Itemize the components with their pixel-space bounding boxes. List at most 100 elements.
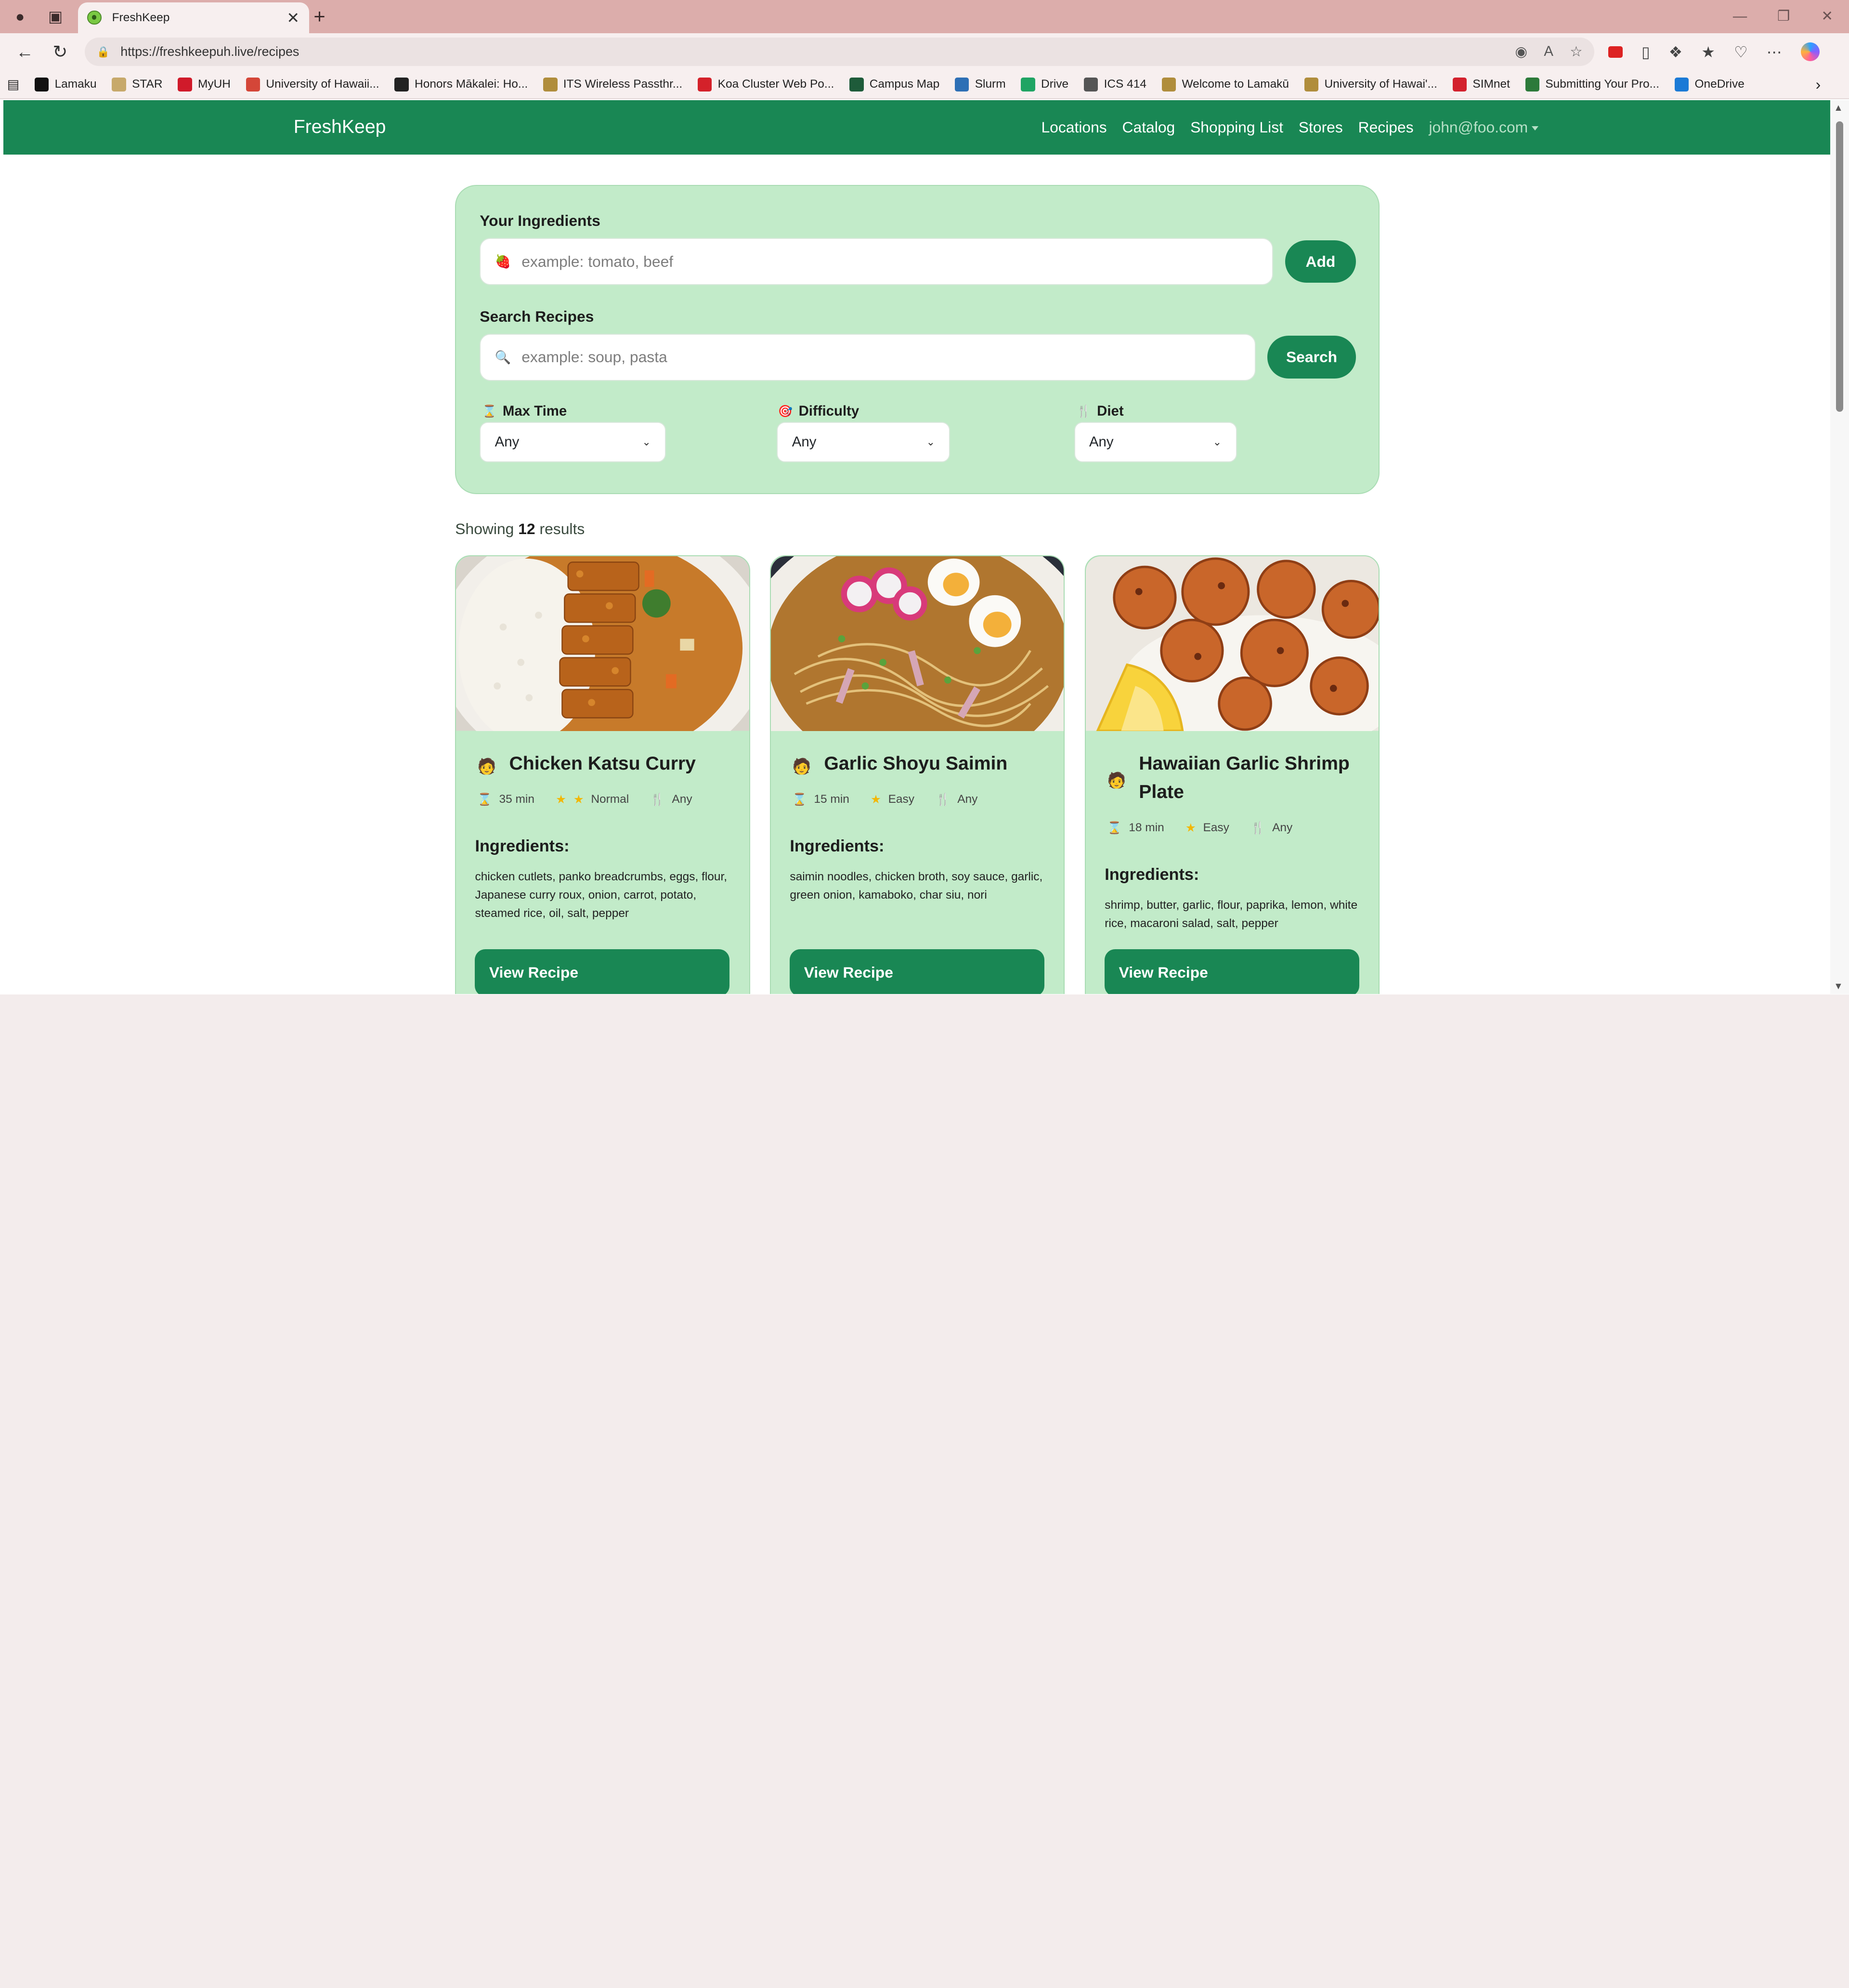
diet-select[interactable]: Any ⌄ [1074,422,1237,462]
restore-icon[interactable]: ❐ [1762,0,1806,33]
read-aloud-icon[interactable]: A [1544,43,1553,60]
bookmark-label: ICS 414 [1104,78,1146,91]
scrollbar-thumb[interactable] [1836,121,1843,412]
bookmark-label: Drive [1041,78,1069,91]
profile-icon[interactable]: ● [2,0,38,33]
max-time-label: ⌛ Max Time [482,403,567,419]
favorite-star-icon[interactable]: ☆ [1570,43,1582,60]
bookmark-item[interactable]: STAR [112,77,163,92]
view-recipe-button[interactable]: View Recipe [790,949,1045,994]
difficulty-value: Any [792,433,817,450]
minimize-icon[interactable]: — [1718,0,1762,33]
recipe-card: 🧑 Garlic Shoyu Saimin ⌛ 15 min ★ Easy 🍴 … [770,555,1065,994]
search-input[interactable]: 🔍 example: soup, pasta [480,333,1256,381]
bookmark-favicon-icon [543,77,558,92]
recipe-title[interactable]: Garlic Shoyu Saimin [824,750,1054,778]
bookmark-item[interactable]: University of Hawaii... [246,77,379,92]
bookmark-label: SIMnet [1472,78,1510,91]
view-recipe-button[interactable]: View Recipe [1105,949,1360,994]
favorites-icon[interactable]: ★ [1701,43,1715,61]
bookmark-item[interactable]: Campus Map [849,77,939,92]
utensils-icon: 🍴 [936,793,951,807]
bookmarks-bar: ▤ Lamaku STAR MyUH University of Hawaii... H… [0,70,1849,99]
results-prefix: Showing [455,520,514,537]
chef-icon: 🧑 [792,757,811,775]
search-icon: 🔍 [495,350,511,365]
recipe-time: 15 min [814,793,849,806]
bookmark-item[interactable]: SIMnet [1452,77,1510,92]
user-menu[interactable]: john@foo.com [1429,118,1538,136]
active-tab[interactable]: FreshKeep ✕ [78,2,309,33]
bookmark-item[interactable]: University of Hawai'... [1304,77,1437,92]
scroll-down-icon[interactable]: ▼ [1834,981,1843,992]
nav-link-catalog[interactable]: Catalog [1122,118,1175,136]
view-recipe-button[interactable]: View Recipe [475,949,730,994]
bookmark-label: Koa Cluster Web Po... [717,78,834,91]
bookmark-favicon-icon [1304,77,1319,92]
close-tab-icon[interactable]: ✕ [286,9,299,27]
bookmark-item[interactable]: Koa Cluster Web Po... [698,77,834,92]
extensions-icon[interactable]: ❖ [1669,43,1683,61]
reload-icon[interactable]: ↻ [42,41,78,62]
extensions-area: ▯ ❖ ★ ♡ ⋯ [1608,42,1820,62]
recipe-title[interactable]: Chicken Katsu Curry [509,750,740,778]
settings-more-icon[interactable]: ⋯ [1767,43,1782,61]
search-button[interactable]: Search [1267,336,1356,379]
ingredients-label: Your Ingredients [480,212,600,230]
bookmark-favicon-icon [955,77,969,92]
recipe-meta: ⌛ 15 min ★ Easy 🍴 Any [792,792,985,807]
bookmarks-overflow-icon[interactable]: › [1816,76,1821,93]
bookmark-item[interactable]: OneDrive [1674,77,1745,92]
bookmark-item[interactable]: ITS Wireless Passthr... [543,77,682,92]
nav-link-stores[interactable]: Stores [1299,118,1343,136]
bookmark-favicon-icon [1021,77,1035,92]
page-scrollbar[interactable]: ▲ ▼ [1830,100,1849,994]
scroll-up-icon[interactable]: ▲ [1834,103,1843,114]
brand-logo[interactable]: FreshKeep [294,117,386,138]
recipe-image-garlic-shrimp[interactable] [1086,556,1379,731]
bookmark-item[interactable]: Submitting Your Pro... [1525,77,1659,92]
bookmark-item[interactable]: Lamaku [34,77,97,92]
bookmark-label: MyUH [197,78,231,91]
tracking-prevention-icon[interactable]: ◉ [1515,43,1527,60]
split-screen-icon[interactable]: ▯ [1641,43,1650,61]
chef-icon: 🧑 [477,757,497,775]
recipe-title[interactable]: Hawaiian Garlic Shrimp Plate [1139,750,1369,807]
bookmark-item[interactable]: Slurm [955,77,1006,92]
bookmark-item[interactable]: Welcome to Lamakū [1161,77,1289,92]
copilot-icon[interactable] [1800,42,1820,62]
extension-red-icon[interactable] [1608,46,1623,58]
max-time-select[interactable]: Any ⌄ [480,422,666,462]
results-count: Showing 12 results [455,520,585,538]
new-tab-icon[interactable]: + [313,5,325,28]
nav-link-shopping-list[interactable]: Shopping List [1190,118,1283,136]
browser-essentials-icon[interactable]: ♡ [1734,43,1748,61]
nav-link-locations[interactable]: Locations [1041,118,1107,136]
diet-label-text: Diet [1097,403,1124,419]
back-icon[interactable]: ← [7,42,42,62]
bookmark-item[interactable]: MyUH [178,77,231,92]
window-controls: — ❐ ✕ [1718,0,1849,33]
recipe-image-katsu-curry[interactable] [456,556,749,731]
address-bar[interactable]: 🔒 https://freshkeepuh.live/recipes ◉ A ☆ [85,38,1595,66]
tab-actions-icon[interactable]: ▣ [38,0,73,33]
bookmarks-toggle-icon[interactable]: ▤ [7,77,19,92]
site-info-icon[interactable]: 🔒 [97,46,110,58]
url-text[interactable]: https://freshkeepuh.live/recipes [120,44,299,59]
bookmark-favicon-icon [849,77,864,92]
results-suffix: results [539,520,585,537]
ingredients-input[interactable]: 🍓 example: tomato, beef [480,238,1274,286]
bookmark-item[interactable]: Drive [1021,77,1069,92]
recipe-image-saimin[interactable] [771,556,1064,731]
ingredients-heading: Ingredients: [475,837,570,856]
add-ingredient-button[interactable]: Add [1285,240,1356,283]
star-icon: ★ [1185,822,1196,835]
difficulty-select[interactable]: Any ⌄ [777,422,951,462]
bookmark-item[interactable]: Honors Mākalei: Ho... [394,77,528,92]
close-window-icon[interactable]: ✕ [1805,0,1849,33]
nav-link-recipes[interactable]: Recipes [1358,118,1414,136]
bookmark-item[interactable]: ICS 414 [1083,77,1146,92]
bookmark-label: Honors Mākalei: Ho... [415,78,528,91]
diet-label: 🍴 Diet [1076,403,1123,419]
search-placeholder: example: soup, pasta [521,348,667,366]
